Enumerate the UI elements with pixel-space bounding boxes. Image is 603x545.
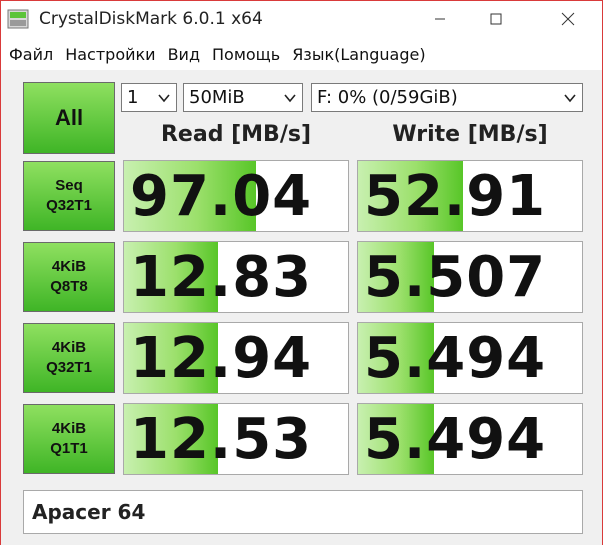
- window-title: CrystalDiskMark 6.0.1 x64: [39, 9, 263, 29]
- test-label-line1: 4KiB: [51, 339, 87, 356]
- test-label-line2: Q8T8: [50, 278, 88, 295]
- test-size-value: 50MiB: [189, 87, 245, 108]
- read-result-value: 12.53: [130, 406, 313, 472]
- 4kib-q1t1-button[interactable]: 4KiB Q1T1: [23, 404, 115, 474]
- read-result-value: 12.94: [130, 325, 313, 391]
- seq-q32t1-read-result: 97.04: [123, 160, 349, 232]
- write-result-value: 5.494: [364, 325, 547, 391]
- test-label-line2: Q1T1: [50, 440, 88, 457]
- minimize-button[interactable]: [417, 1, 463, 37]
- crystaldiskmark-app-icon: [7, 9, 29, 29]
- write-result-value: 52.91: [364, 163, 547, 229]
- comment-field[interactable]: Apacer 64: [23, 490, 583, 534]
- test-label-line2: Q32T1: [46, 359, 92, 376]
- menu-settings[interactable]: Настройки: [65, 45, 155, 64]
- 4kib-q1t1-write-result: 5.494: [357, 403, 583, 475]
- test-count-select[interactable]: 1: [121, 83, 177, 112]
- maximize-icon: [490, 13, 502, 25]
- title-bar[interactable]: CrystalDiskMark 6.0.1 x64: [1, 1, 602, 38]
- chevron-down-icon: [564, 94, 576, 103]
- chevron-down-icon: [158, 94, 170, 103]
- menu-help[interactable]: Помощь: [212, 45, 280, 64]
- minimize-icon: [435, 18, 445, 20]
- menu-language[interactable]: Язык(Language): [292, 45, 425, 64]
- 4kib-q32t1-read-result: 12.94: [123, 322, 349, 394]
- main-panel: All 1 50MiB F: 0% (0/59GiB) Read [MB/s] …: [1, 70, 602, 545]
- close-icon: [561, 12, 575, 26]
- seq-q32t1-button[interactable]: Seq Q32T1: [23, 161, 115, 231]
- close-button[interactable]: [545, 1, 591, 37]
- app-window: CrystalDiskMark 6.0.1 x64 Файл Настройки…: [0, 0, 603, 545]
- read-result-value: 97.04: [130, 163, 313, 229]
- write-column-header: Write [MB/s]: [392, 122, 548, 147]
- test-size-select[interactable]: 50MiB: [183, 83, 303, 112]
- drive-value: F: 0% (0/59GiB): [317, 87, 458, 108]
- menu-view[interactable]: Вид: [168, 45, 200, 64]
- read-result-value: 12.83: [130, 244, 313, 310]
- test-count-value: 1: [127, 87, 139, 108]
- chevron-down-icon: [284, 94, 296, 103]
- drive-select[interactable]: F: 0% (0/59GiB): [311, 83, 583, 112]
- 4kib-q8t8-read-result: 12.83: [123, 241, 349, 313]
- write-result-value: 5.507: [364, 244, 547, 310]
- 4kib-q8t8-write-result: 5.507: [357, 241, 583, 313]
- seq-q32t1-write-result: 52.91: [357, 160, 583, 232]
- maximize-button[interactable]: [473, 1, 519, 37]
- test-label-line1: Seq: [55, 177, 83, 194]
- test-label-line1: 4KiB: [51, 258, 87, 275]
- 4kib-q32t1-button[interactable]: 4KiB Q32T1: [23, 323, 115, 393]
- run-all-button[interactable]: All: [23, 82, 115, 154]
- read-column-header: Read [MB/s]: [160, 122, 311, 147]
- menu-file[interactable]: Файл: [9, 45, 53, 64]
- 4kib-q1t1-read-result: 12.53: [123, 403, 349, 475]
- menu-bar: Файл Настройки Вид Помощь Язык(Language): [1, 38, 602, 70]
- 4kib-q8t8-button[interactable]: 4KiB Q8T8: [23, 242, 115, 312]
- 4kib-q32t1-write-result: 5.494: [357, 322, 583, 394]
- test-label-line2: Q32T1: [46, 197, 92, 214]
- write-result-value: 5.494: [364, 406, 547, 472]
- test-label-line1: 4KiB: [51, 420, 87, 437]
